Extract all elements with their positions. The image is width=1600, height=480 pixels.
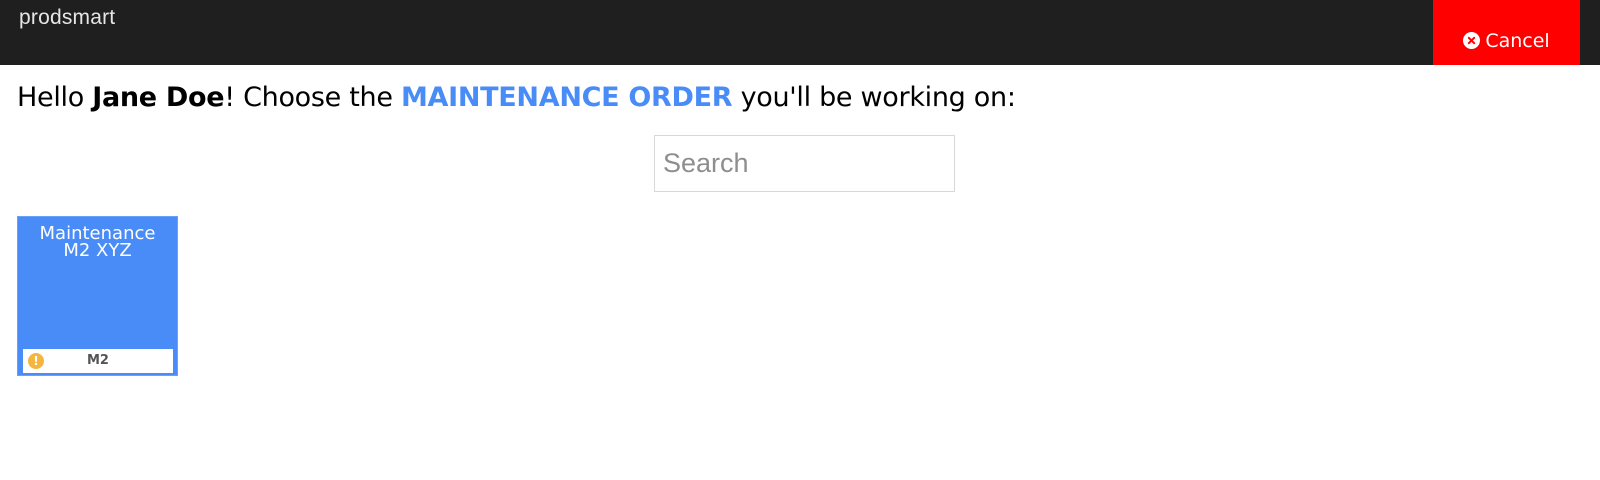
page-instruction: Hello Jane Doe! Choose the MAINTENANCE O… <box>17 82 1016 113</box>
search-input[interactable] <box>654 135 955 192</box>
greeting-middle: ! Choose the <box>224 82 401 113</box>
order-title: Maintenance M2 XYZ <box>18 225 177 261</box>
order-card-footer: M2 ! <box>23 349 173 373</box>
times-circle-icon <box>1463 32 1481 49</box>
greeting-prefix: Hello <box>17 82 93 113</box>
order-title-line2: M2 XYZ <box>63 240 132 261</box>
greeting-suffix: you'll be working on: <box>732 82 1016 113</box>
maintenance-order-card[interactable]: Maintenance M2 XYZ M2 ! <box>17 216 178 376</box>
top-navbar: prodsmart Cancel <box>0 0 1600 65</box>
order-code: M2 <box>87 353 109 368</box>
app-logo: prodsmart <box>19 6 116 29</box>
exclamation-circle-icon: ! <box>28 353 44 369</box>
cancel-button-label: Cancel <box>1485 29 1550 52</box>
entity-type: MAINTENANCE ORDER <box>400 82 733 113</box>
cancel-button[interactable]: Cancel <box>1433 0 1580 65</box>
user-name: Jane Doe <box>92 82 225 113</box>
